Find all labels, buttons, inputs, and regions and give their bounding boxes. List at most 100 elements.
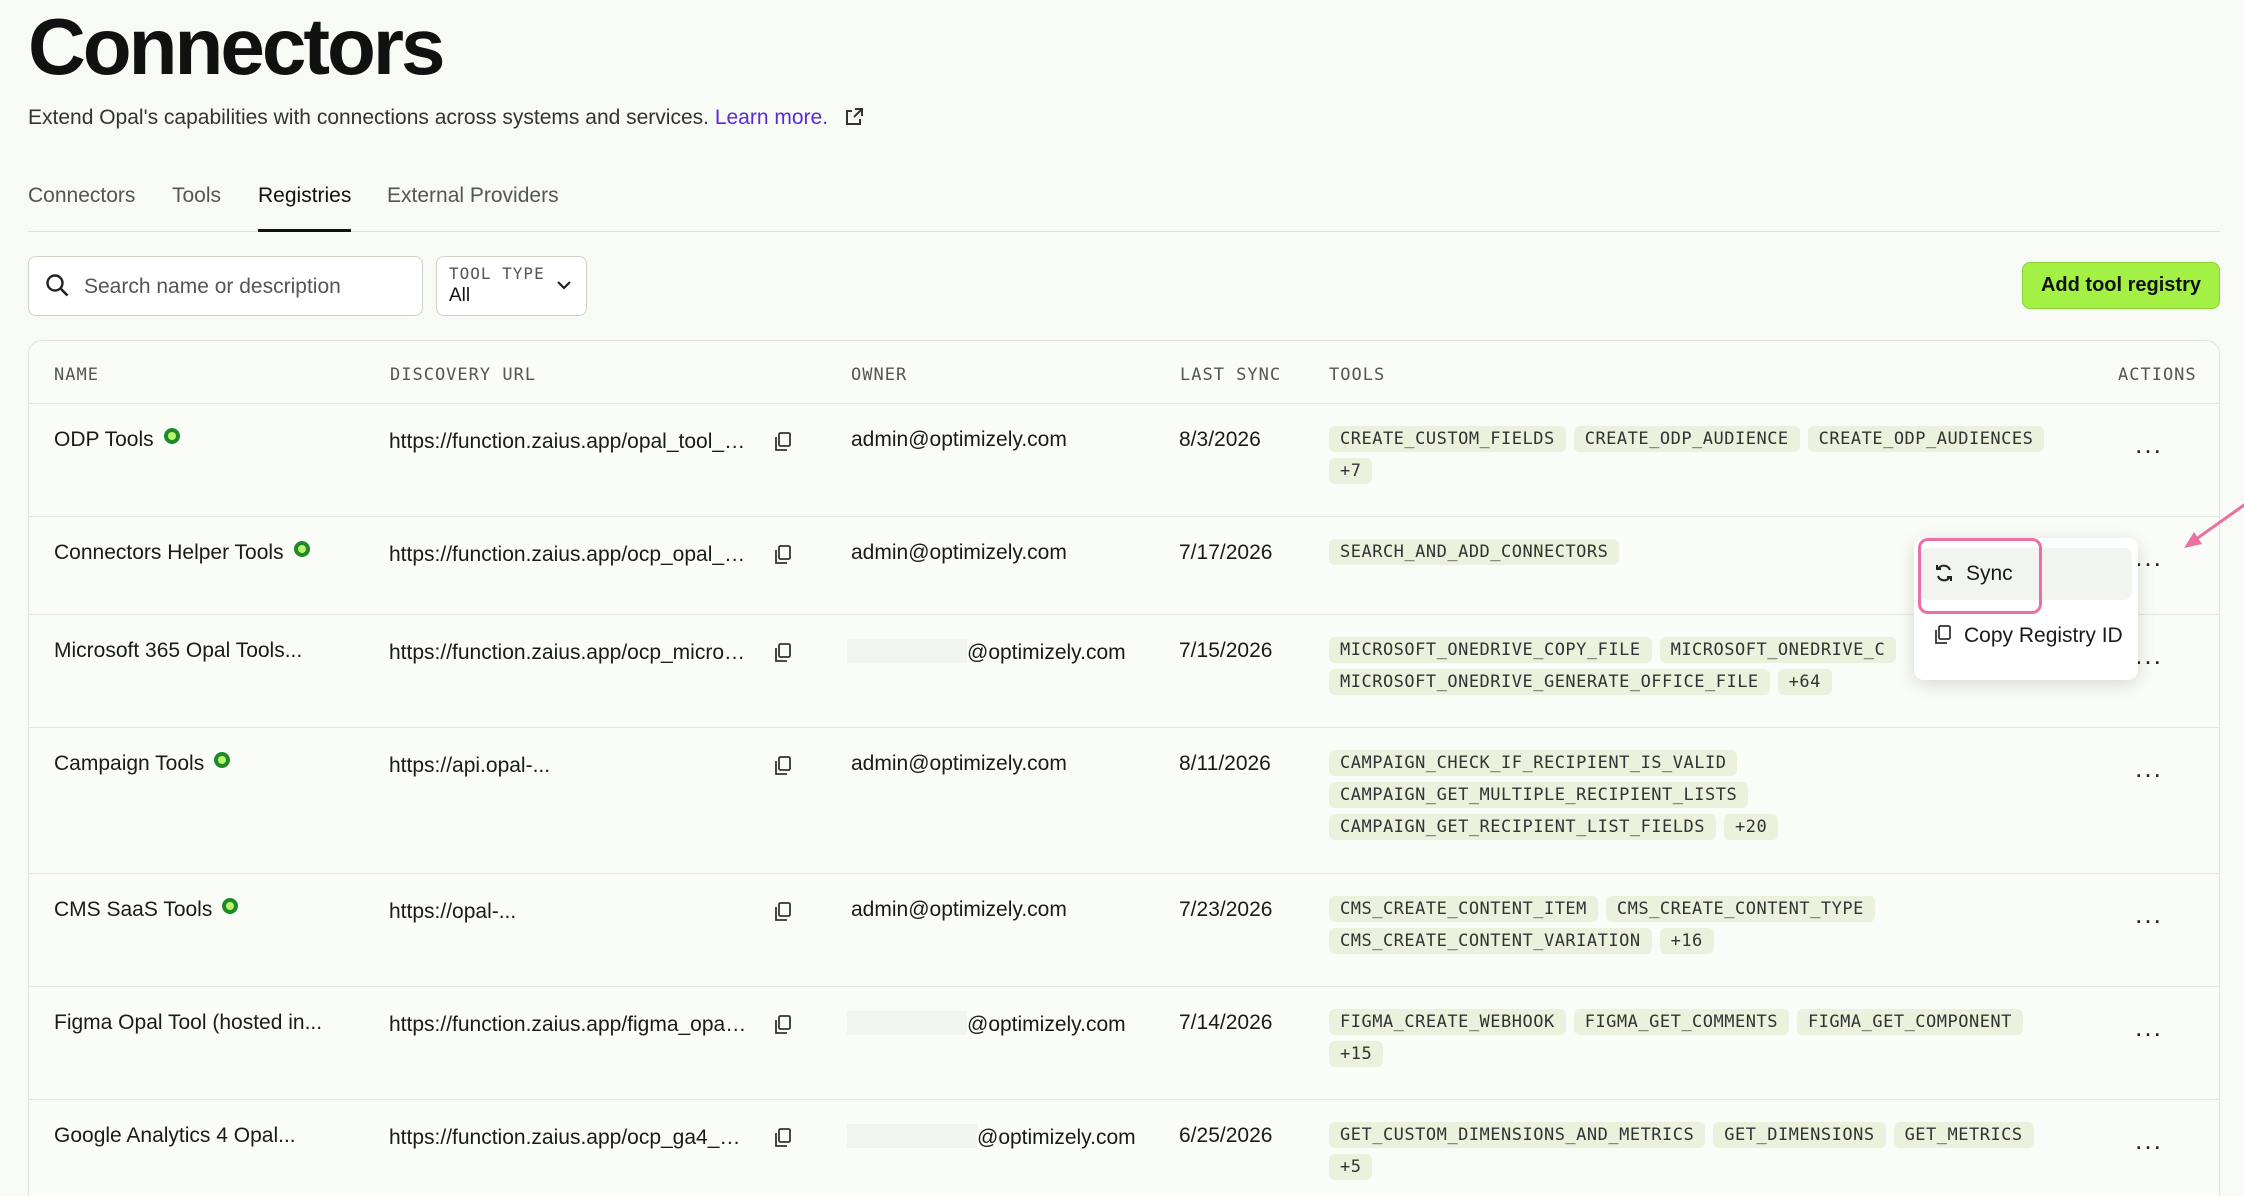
discovery-url: https://function.zaius.app/ocp_microsof.… xyxy=(389,641,749,664)
filter-value: All xyxy=(449,285,471,306)
filter-label: TOOL TYPE xyxy=(449,264,545,283)
registry-name: Figma Opal Tool (hosted in... xyxy=(54,1011,323,1034)
last-sync: 7/17/2026 xyxy=(1179,541,1273,564)
tools-list: CMS_CREATE_CONTENT_ITEM CMS_CREATE_CONTEN… xyxy=(1329,896,1909,960)
table-row[interactable]: Google Analytics 4 Opal... https://funct… xyxy=(29,1099,2219,1196)
tool-chip: CREATE_ODP_AUDIENCE xyxy=(1573,426,1800,452)
redacted-text xyxy=(847,1124,977,1148)
header-discovery-url: DISCOVERY URL xyxy=(390,365,537,385)
owner-email: admin@optimizely.com xyxy=(851,541,1067,564)
table-row[interactable]: Microsoft 365 Opal Tools... https://func… xyxy=(29,614,2219,727)
discovery-url: https://function.zaius.app/ocp_opal_syst… xyxy=(389,543,749,566)
copy-icon[interactable] xyxy=(774,432,792,457)
discovery-url: https://function.zaius.app/opal_tool_odp… xyxy=(389,430,749,453)
menu-item-copy-registry-id[interactable]: Copy Registry ID xyxy=(1934,624,2123,648)
owner-email: admin@optimizely.com xyxy=(851,898,1067,921)
tool-chip: GET_DIMENSIONS xyxy=(1713,1122,1886,1148)
redacted-text xyxy=(847,1011,967,1035)
add-tool-registry-button[interactable]: Add tool registry xyxy=(2022,262,2220,309)
tools-list: CAMPAIGN_CHECK_IF_RECIPIENT_IS_VALID CAMP… xyxy=(1329,750,1849,846)
tab-external-providers[interactable]: External Providers xyxy=(387,184,559,232)
copy-icon[interactable] xyxy=(774,756,792,781)
last-sync: 6/25/2026 xyxy=(1179,1124,1273,1147)
tool-chip: CMS_CREATE_CONTENT_VARIATION xyxy=(1329,928,1652,954)
owner-email: @optimizely.com xyxy=(847,1011,1126,1037)
tool-chip: SEARCH_AND_ADD_CONNECTORS xyxy=(1329,539,1620,565)
owner-email: @optimizely.com xyxy=(847,1124,1136,1150)
header-tools: TOOLS xyxy=(1329,365,1386,385)
chevron-down-icon xyxy=(557,281,571,290)
more-actions-icon[interactable]: ... xyxy=(2129,1127,2169,1160)
tab-connectors[interactable]: Connectors xyxy=(28,184,135,232)
redacted-text xyxy=(847,639,967,663)
tab-bar: Connectors Tools Registries External Pro… xyxy=(28,180,2220,232)
registry-name: ODP Tools xyxy=(54,428,180,452)
tool-count-chip[interactable]: +15 xyxy=(1329,1041,1384,1067)
external-link-icon[interactable] xyxy=(844,107,864,135)
tool-chip: MICROSOFT_ONEDRIVE_GENERATE_OFFICE_FILE xyxy=(1329,669,1770,695)
registry-name: Microsoft 365 Opal Tools... xyxy=(54,639,303,662)
copy-icon xyxy=(1935,625,1951,644)
learn-more-link[interactable]: Learn more. xyxy=(715,106,828,129)
more-actions-icon[interactable]: ... xyxy=(2129,901,2169,934)
search-box[interactable] xyxy=(28,256,423,316)
tool-chip: FIGMA_GET_COMPONENT xyxy=(1796,1009,2023,1035)
page-subtitle: Extend Opal's capabilities with connecti… xyxy=(28,104,864,135)
copy-icon[interactable] xyxy=(774,1015,792,1040)
tool-chip: FIGMA_CREATE_WEBHOOK xyxy=(1329,1009,1566,1035)
tool-count-chip[interactable]: +64 xyxy=(1777,669,1832,695)
discovery-url: https://function.zaius.app/figma_opal_t.… xyxy=(389,1013,749,1036)
last-sync: 7/15/2026 xyxy=(1179,639,1273,662)
tool-count-chip[interactable]: +16 xyxy=(1659,928,1714,954)
copy-icon[interactable] xyxy=(774,545,792,570)
registry-name: Google Analytics 4 Opal... xyxy=(54,1124,296,1147)
status-dot-icon xyxy=(214,752,231,768)
table-row[interactable]: Campaign Tools https://api.opal-... admi… xyxy=(29,727,2219,873)
more-actions-icon[interactable]: ... xyxy=(2129,755,2169,788)
table-row[interactable]: ODP Tools https://function.zaius.app/opa… xyxy=(29,403,2219,516)
owner-email: admin@optimizely.com xyxy=(851,428,1067,451)
tool-chip: MICROSOFT_ONEDRIVE_C xyxy=(1659,637,1897,663)
page-title: Connectors xyxy=(28,2,445,91)
tool-count-chip[interactable]: +5 xyxy=(1329,1154,1373,1180)
registries-table: NAME DISCOVERY URL OWNER LAST SYNC TOOLS… xyxy=(28,340,2220,1196)
pointer-arrow-icon xyxy=(2184,503,2244,548)
tool-count-chip[interactable]: +7 xyxy=(1329,458,1373,484)
registry-name: CMS SaaS Tools xyxy=(54,898,239,922)
subtitle-text: Extend Opal's capabilities with connecti… xyxy=(28,106,709,129)
tools-list: FIGMA_CREATE_WEBHOOK FIGMA_GET_COMMENTS FI… xyxy=(1329,1009,2069,1073)
more-actions-icon[interactable]: ... xyxy=(2129,1014,2169,1047)
discovery-url: https://function.zaius.app/ocp_ga4_opal.… xyxy=(389,1126,749,1149)
tools-list: CREATE_CUSTOM_FIELDS CREATE_ODP_AUDIENCE C… xyxy=(1329,426,2069,490)
table-row[interactable]: Figma Opal Tool (hosted in... https://fu… xyxy=(29,986,2219,1099)
header-owner: OWNER xyxy=(851,365,908,385)
copy-icon[interactable] xyxy=(774,1128,792,1153)
last-sync: 7/23/2026 xyxy=(1179,898,1273,921)
tool-chip: CMS_CREATE_CONTENT_ITEM xyxy=(1329,896,1598,922)
tool-count-chip[interactable]: +20 xyxy=(1724,814,1779,840)
copy-icon[interactable] xyxy=(774,643,792,668)
more-actions-icon[interactable]: ... xyxy=(2129,431,2169,464)
registry-name: Campaign Tools xyxy=(54,752,231,776)
tool-chip: GET_METRICS xyxy=(1893,1122,2034,1148)
tab-registries[interactable]: Registries xyxy=(258,184,352,232)
status-dot-icon xyxy=(163,428,180,444)
header-name: NAME xyxy=(54,365,99,385)
tab-tools[interactable]: Tools xyxy=(172,184,221,232)
registry-name: Connectors Helper Tools xyxy=(54,541,310,565)
tools-list: GET_CUSTOM_DIMENSIONS_AND_METRICS GET_DIM… xyxy=(1329,1122,2069,1186)
last-sync: 8/3/2026 xyxy=(1179,428,1261,451)
table-row[interactable]: Connectors Helper Tools https://function… xyxy=(29,516,2219,614)
tool-chip: CAMPAIGN_GET_MULTIPLE_RECIPIENT_LISTS xyxy=(1329,782,1749,808)
table-row[interactable]: CMS SaaS Tools https://opal-... admin@op… xyxy=(29,873,2219,986)
owner-email: admin@optimizely.com xyxy=(851,752,1067,775)
tool-chip: CREATE_ODP_AUDIENCES xyxy=(1807,426,2045,452)
search-input[interactable] xyxy=(84,273,404,301)
tool-chip: MICROSOFT_ONEDRIVE_COPY_FILE xyxy=(1329,637,1652,663)
tool-chip: FIGMA_GET_COMMENTS xyxy=(1573,1009,1789,1035)
copy-icon[interactable] xyxy=(774,902,792,927)
tool-chip: CAMPAIGN_GET_RECIPIENT_LIST_FIELDS xyxy=(1329,814,1716,840)
tool-type-filter[interactable]: TOOL TYPE All xyxy=(436,256,587,316)
tool-chip: CAMPAIGN_CHECK_IF_RECIPIENT_IS_VALID xyxy=(1329,750,1738,776)
tool-chip: CREATE_CUSTOM_FIELDS xyxy=(1329,426,1566,452)
